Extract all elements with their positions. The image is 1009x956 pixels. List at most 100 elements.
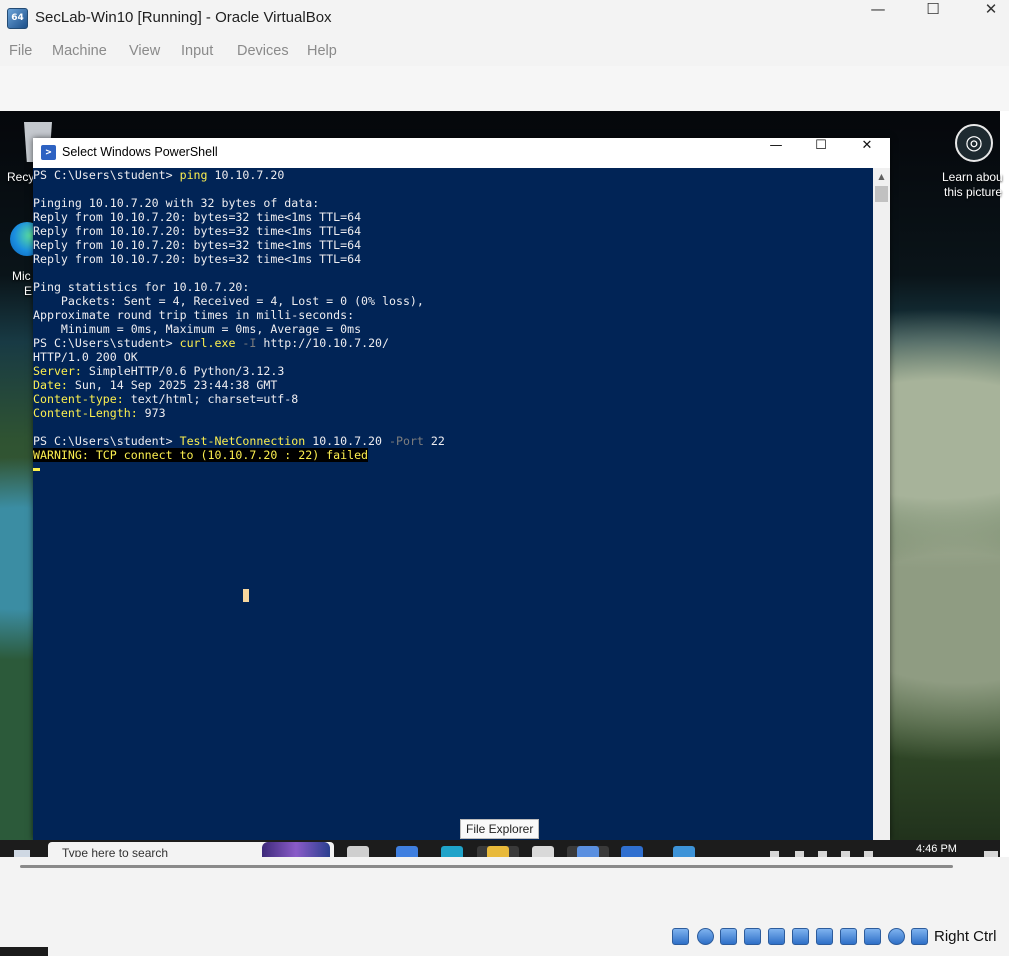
console-line: Server: SimpleHTTP/0.6 Python/3.12.3 <box>33 364 873 378</box>
console-line: HTTP/1.0 200 OK <box>33 350 873 364</box>
window-title: SecLab-Win10 [Running] - Oracle VirtualB… <box>35 9 332 26</box>
edge-label-line1: Mic <box>12 269 31 283</box>
console-cmd-text: ping <box>179 168 208 182</box>
window-edge <box>0 947 48 956</box>
camera-icon[interactable]: ◎ <box>955 124 993 162</box>
recycle-bin-label: Recy <box>7 170 35 184</box>
scrollbar-thumb[interactable] <box>875 186 888 202</box>
scroll-up-arrow-icon[interactable]: ▲ <box>873 170 890 184</box>
console-line: WARNING: TCP connect to (10.10.7.20 : 22… <box>33 448 873 462</box>
learn-picture-line2: this picture <box>944 185 1003 199</box>
windows-start-icon[interactable] <box>14 850 30 857</box>
console-hdr-text: Date: <box>33 378 68 392</box>
guest-taskbar: Type here to search 4:46 PM <box>0 840 1000 857</box>
edge-label-line2: E <box>24 284 33 298</box>
console-text: 10.10.7.20 <box>207 168 285 182</box>
console-line: Minimum = 0ms, Maximum = 0ms, Average = … <box>33 322 873 336</box>
console-text: PS C:\Users\student> <box>33 434 180 448</box>
edge-taskbar-icon[interactable] <box>441 846 463 857</box>
console-text: http://10.10.7.20/ <box>256 336 390 350</box>
console-hdr-text: Server: <box>33 364 82 378</box>
copilot-icon[interactable] <box>396 846 418 857</box>
console-text: Reply from 10.10.7.20: bytes=32 time<1ms… <box>33 252 362 266</box>
console-text: PS C:\Users\student> <box>33 168 180 182</box>
console-text: SimpleHTTP/0.6 Python/3.12.3 <box>81 364 285 378</box>
search-highlight-image[interactable] <box>262 842 330 857</box>
menu-help[interactable]: Help <box>307 43 337 59</box>
console-text: Reply from 10.10.7.20: bytes=32 time<1ms… <box>33 210 362 224</box>
mouse-text-cursor <box>243 589 249 602</box>
video-capture-icon[interactable] <box>840 928 857 945</box>
taskbar-clock[interactable]: 4:46 PM <box>916 843 957 855</box>
console-hdr-text: Content-type: <box>33 392 124 406</box>
usb-icon[interactable] <box>768 928 785 945</box>
virtualization-icon[interactable] <box>864 928 881 945</box>
minimize-button[interactable]: — <box>855 0 901 38</box>
menu-view[interactable]: View <box>129 43 160 59</box>
console-scrollbar[interactable]: ▲ <box>873 168 890 840</box>
console-line: Approximate round trip times in milli-se… <box>33 308 873 322</box>
network-adapter-icon[interactable] <box>744 928 761 945</box>
shared-folder-icon[interactable] <box>792 928 809 945</box>
menu-file[interactable]: File <box>9 43 32 59</box>
console-param-text: -I <box>235 336 257 350</box>
console-text: Reply from 10.10.7.20: bytes=32 time<1ms… <box>33 224 362 238</box>
console-text: Pinging 10.10.7.20 with 32 bytes of data… <box>33 196 320 210</box>
console-line: PS C:\Users\student> Test-NetConnection … <box>33 434 873 448</box>
display-settings-icon[interactable] <box>816 928 833 945</box>
console-cmd-text: curl.exe <box>179 336 236 350</box>
powershell-window[interactable]: > Select Windows PowerShell — ☐ ✕ PS C:\… <box>33 138 890 840</box>
guest-display-edge <box>1000 111 1009 857</box>
vbox-display-margin <box>0 66 1009 111</box>
console-line: Reply from 10.10.7.20: bytes=32 time<1ms… <box>33 224 873 238</box>
host-key-label: Right Ctrl <box>934 928 997 945</box>
virtualbox-app-icon: 64 <box>7 8 28 29</box>
ps-minimize-button[interactable]: — <box>753 138 799 168</box>
optical-drive-icon[interactable] <box>697 928 714 945</box>
text-cursor <box>33 468 40 471</box>
vbox-titlebar: 64 SecLab-Win10 [Running] - Oracle Virtu… <box>0 0 1009 38</box>
horizontal-scrollbar[interactable] <box>20 865 953 868</box>
console-line: Date: Sun, 14 Sep 2025 23:44:38 GMT <box>33 378 873 392</box>
menu-devices[interactable]: Devices <box>237 43 289 59</box>
menu-machine[interactable]: Machine <box>52 43 107 59</box>
console-text: Minimum = 0ms, Maximum = 0ms, Average = … <box>33 322 362 336</box>
console-text: Packets: Sent = 4, Received = 4, Lost = … <box>33 294 424 308</box>
console-text: Reply from 10.10.7.20: bytes=32 time<1ms… <box>33 238 362 252</box>
console-line: Content-type: text/html; charset=utf-8 <box>33 392 873 406</box>
menu-input[interactable]: Input <box>181 43 213 59</box>
close-button[interactable]: ✕ <box>968 0 1009 38</box>
console-output[interactable]: PS C:\Users\student> ping 10.10.7.20 Ping… <box>33 168 873 840</box>
file-explorer-tooltip: File Explorer <box>460 819 540 839</box>
console-text: 22 <box>423 434 445 448</box>
console-line: Ping statistics for 10.10.7.20: <box>33 280 873 294</box>
console-text: 973 <box>137 406 166 420</box>
console-text: PS C:\Users\student> <box>33 336 180 350</box>
powershell-taskbar-icon <box>577 846 599 857</box>
ps-close-button[interactable]: ✕ <box>844 138 890 168</box>
console-line: Content-Length: 973 <box>33 406 873 420</box>
app-icon[interactable] <box>673 846 695 857</box>
console-line: PS C:\Users\student> curl.exe -I http://… <box>33 336 873 350</box>
store-icon[interactable] <box>532 846 554 857</box>
mouse-integration-icon[interactable] <box>888 928 905 945</box>
mail-icon[interactable] <box>621 846 643 857</box>
maximize-button[interactable]: ☐ <box>910 0 956 38</box>
console-prompt-line <box>33 462 873 476</box>
ps-maximize-button[interactable]: ☐ <box>798 138 844 168</box>
powershell-titlebar[interactable]: > Select Windows PowerShell — ☐ ✕ <box>33 138 890 168</box>
console-line: Reply from 10.10.7.20: bytes=32 time<1ms… <box>33 210 873 224</box>
hard-disk-icon[interactable] <box>672 928 689 945</box>
audio-icon[interactable] <box>720 928 737 945</box>
console-hdr-text: Content-Length: <box>33 406 138 420</box>
host-key-arrow-icon[interactable] <box>911 928 928 945</box>
console-line: Reply from 10.10.7.20: bytes=32 time<1ms… <box>33 238 873 252</box>
console-text: 10.10.7.20 <box>305 434 389 448</box>
console-warn-text: WARNING: TCP connect to (10.10.7.20 : 22… <box>33 448 369 462</box>
console-param-text: -Port <box>389 434 424 448</box>
console-text: text/html; charset=utf-8 <box>123 392 299 406</box>
task-view-icon[interactable] <box>347 846 369 857</box>
console-line: Reply from 10.10.7.20: bytes=32 time<1ms… <box>33 252 873 266</box>
